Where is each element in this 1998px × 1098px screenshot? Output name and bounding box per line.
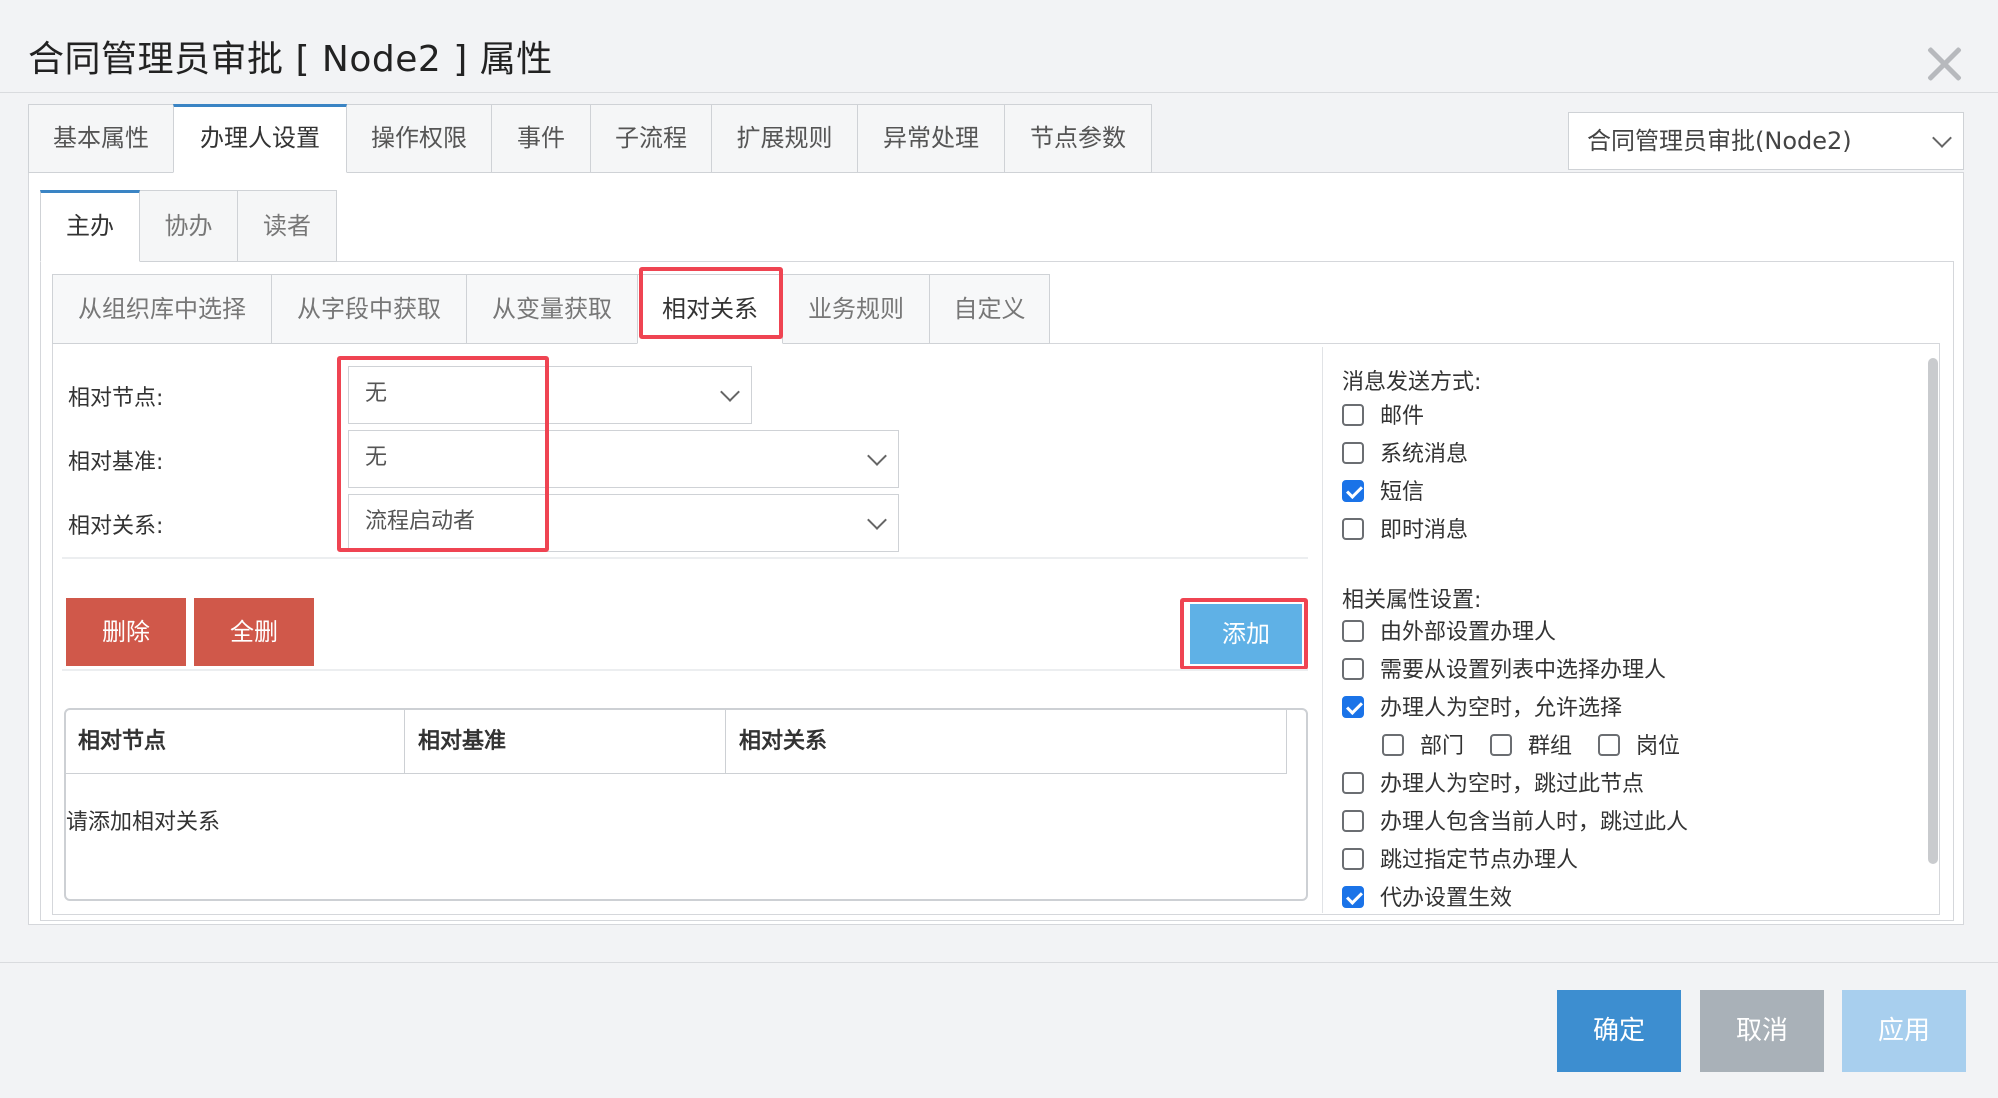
checkbox-label: 由外部设置办理人: [1380, 620, 1557, 645]
sidebar-scrollbar[interactable]: [1928, 358, 1938, 864]
tab-extension-rules[interactable]: 扩展规则: [711, 104, 858, 173]
checkbox-icon[interactable]: [1342, 810, 1364, 832]
tab-node-parameters[interactable]: 节点参数: [1004, 104, 1152, 173]
sub-tab-co-handler[interactable]: 协办: [139, 190, 238, 262]
highlight-add-button: [1180, 598, 1308, 670]
checkbox-icon[interactable]: [1342, 518, 1364, 540]
tab-handler-settings[interactable]: 办理人设置: [173, 104, 347, 173]
checkbox-skip-current-user[interactable]: 办理人包含当前人时，跳过此人: [1342, 808, 1688, 838]
dialog-title: 合同管理员审批 [ Node2 ] 属性: [28, 39, 553, 80]
checkbox-icon[interactable]: [1382, 734, 1404, 756]
checkbox-skip-node-when-empty[interactable]: 办理人为空时，跳过此节点: [1342, 770, 1644, 800]
checkbox-label: 部门: [1420, 734, 1465, 759]
checkbox-sms[interactable]: 短信: [1342, 478, 1424, 508]
checkbox-label: 短信: [1380, 480, 1425, 505]
footer-divider: [0, 962, 1998, 963]
checkbox-icon[interactable]: [1342, 658, 1364, 680]
checkbox-icon[interactable]: [1598, 734, 1620, 756]
close-icon[interactable]: [1924, 44, 1964, 84]
message-method-title: 消息发送方式:: [1342, 370, 1482, 395]
checkbox-label: 群组: [1528, 734, 1573, 759]
third-tab-from-field[interactable]: 从字段中获取: [271, 274, 467, 344]
tab-basic-properties[interactable]: 基本属性: [28, 104, 174, 173]
checkbox-label: 代办设置生效: [1380, 886, 1513, 910]
column-relative-node: 相对节点: [78, 729, 167, 754]
column-divider: [404, 710, 405, 774]
apply-button[interactable]: 应用: [1842, 990, 1966, 1072]
column-divider: [1286, 710, 1287, 774]
checkbox-label: 办理人包含当前人时，跳过此人: [1380, 810, 1689, 835]
checkbox-label: 邮件: [1380, 404, 1425, 429]
delete-all-button[interactable]: 全删: [194, 598, 314, 666]
highlight-select-group: [337, 356, 549, 552]
tab-subprocess[interactable]: 子流程: [590, 104, 712, 173]
form-divider: [62, 557, 1308, 559]
third-tab-custom[interactable]: 自定义: [929, 274, 1050, 344]
checkbox-label: 跳过指定节点办理人: [1380, 848, 1579, 873]
checkbox-label: 需要从设置列表中选择办理人: [1380, 658, 1667, 683]
checkbox-icon[interactable]: [1342, 772, 1364, 794]
related-settings-title: 相关属性设置:: [1342, 588, 1482, 613]
checkbox-system-message[interactable]: 系统消息: [1342, 440, 1468, 470]
checkbox-external-handler[interactable]: 由外部设置办理人: [1342, 618, 1556, 648]
checkbox-icon[interactable]: [1342, 442, 1364, 464]
checkbox-label: 岗位: [1636, 734, 1681, 759]
column-divider: [725, 710, 726, 774]
checkbox-label: 系统消息: [1380, 442, 1469, 467]
tab-permissions[interactable]: 操作权限: [346, 104, 492, 173]
checkbox-icon[interactable]: [1342, 886, 1364, 908]
tab-events[interactable]: 事件: [491, 104, 591, 173]
checkbox-label: 办理人为空时，跳过此节点: [1380, 772, 1645, 797]
table-empty-message: 请添加相对关系: [66, 810, 221, 835]
checkbox-instant-message[interactable]: 即时消息: [1342, 516, 1468, 546]
column-relative-base: 相对基准: [418, 729, 507, 754]
checkbox-department[interactable]: 部门: [1382, 732, 1464, 762]
checkbox-select-from-list[interactable]: 需要从设置列表中选择办理人: [1342, 656, 1666, 686]
checkbox-icon[interactable]: [1490, 734, 1512, 756]
chevron-down-icon: [867, 510, 887, 530]
chevron-down-icon: [867, 446, 887, 466]
delete-button[interactable]: 删除: [66, 598, 186, 666]
button-divider: [62, 669, 1308, 671]
relative-relation-label: 相对关系:: [68, 514, 164, 539]
checkbox-icon[interactable]: [1342, 848, 1364, 870]
checkbox-skip-specified-node-handler[interactable]: 跳过指定节点办理人: [1342, 846, 1578, 876]
header-divider: [0, 92, 1998, 93]
column-relative-relation: 相对关系: [739, 729, 828, 754]
tab-exception-handling[interactable]: 异常处理: [857, 104, 1005, 173]
checkbox-allow-select-when-empty[interactable]: 办理人为空时，允许选择: [1342, 694, 1622, 724]
checkbox-icon[interactable]: [1342, 404, 1364, 426]
checkbox-icon[interactable]: [1342, 696, 1364, 718]
node-select-value: 合同管理员审批(Node2): [1587, 127, 1852, 155]
relative-base-label: 相对基准:: [68, 450, 164, 475]
checkbox-group[interactable]: 群组: [1490, 732, 1572, 762]
third-tab-business-rules[interactable]: 业务规则: [782, 274, 930, 344]
checkbox-label: 即时消息: [1380, 518, 1469, 543]
third-tab-org-library[interactable]: 从组织库中选择: [52, 274, 272, 344]
chevron-down-icon: [1932, 128, 1952, 148]
checkbox-icon[interactable]: [1342, 620, 1364, 642]
checkbox-delegation-effective[interactable]: 代办设置生效: [1342, 884, 1512, 910]
checkbox-email[interactable]: 邮件: [1342, 402, 1424, 432]
highlight-relative-tab: [639, 267, 783, 339]
checkbox-position[interactable]: 岗位: [1598, 732, 1680, 762]
sub-tab-reader[interactable]: 读者: [237, 190, 337, 262]
chevron-down-icon: [720, 382, 740, 402]
relative-node-label: 相对节点:: [68, 386, 164, 411]
checkbox-icon[interactable]: [1342, 480, 1364, 502]
sub-tab-main-handler[interactable]: 主办: [40, 190, 140, 262]
ok-button[interactable]: 确定: [1557, 990, 1681, 1072]
third-tab-from-variable[interactable]: 从变量获取: [466, 274, 638, 344]
node-select[interactable]: 合同管理员审批(Node2): [1568, 112, 1964, 170]
cancel-button[interactable]: 取消: [1700, 990, 1824, 1072]
checkbox-label: 办理人为空时，允许选择: [1380, 696, 1623, 721]
